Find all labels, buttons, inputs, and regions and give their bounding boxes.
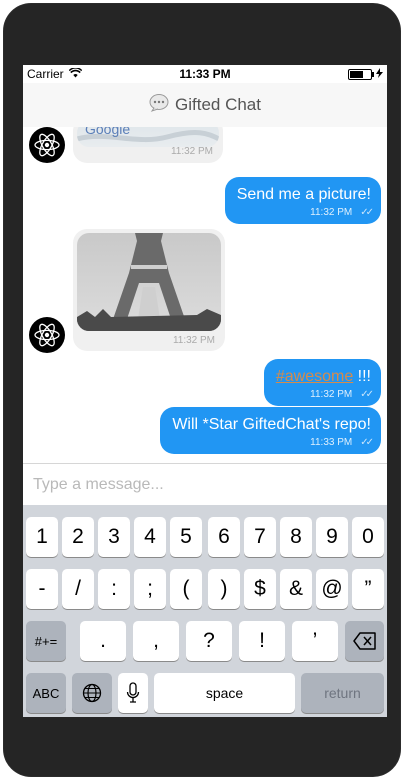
key-7[interactable]: 7 [244, 517, 276, 557]
backspace-key[interactable] [345, 621, 384, 661]
space-key[interactable]: space [154, 673, 295, 713]
avatar[interactable] [29, 127, 65, 163]
key-abc[interactable]: ABC [26, 673, 66, 713]
key-comma[interactable]: , [133, 621, 179, 661]
message-text: Will *Star GiftedChat's repo! [172, 416, 371, 433]
eiffel-tower-image[interactable] [77, 233, 221, 331]
message-bubble-outgoing[interactable]: Will *Star GiftedChat's repo! 11:33 PM ✓… [160, 407, 381, 454]
react-logo-icon [34, 133, 60, 157]
read-receipt-icon: ✓✓ [360, 437, 374, 448]
message-text: Send me a picture! [236, 186, 371, 203]
composer: Type a message... [23, 463, 387, 506]
key-at[interactable]: @ [316, 569, 348, 609]
key-9[interactable]: 9 [316, 517, 348, 557]
read-receipt-icon: ✓✓ [360, 207, 374, 218]
key-apostrophe[interactable]: ’ [292, 621, 338, 661]
key-4[interactable]: 4 [134, 517, 166, 557]
message-input[interactable]: Type a message... [33, 476, 164, 494]
microphone-icon [126, 682, 140, 703]
message-bubble-image[interactable]: 11:32 PM [73, 229, 225, 351]
key-slash[interactable]: / [62, 569, 94, 609]
key-symbols[interactable]: #+= [26, 621, 66, 661]
chat-bubble-icon [149, 93, 169, 117]
read-receipt-icon: ✓✓ [360, 389, 374, 400]
backspace-icon [352, 632, 376, 650]
key-1[interactable]: 1 [26, 517, 58, 557]
key-close-paren[interactable]: ) [208, 569, 240, 609]
message-time: 11:32 PM [172, 335, 215, 346]
globe-icon [82, 683, 102, 703]
key-semicolon[interactable]: ; [134, 569, 166, 609]
key-open-paren[interactable]: ( [170, 569, 202, 609]
message-time: 11:33 PM [310, 437, 353, 448]
device-frame: Carrier 11:33 PM Gifted Chat Google 11:3… [3, 3, 401, 777]
return-key[interactable]: return [301, 673, 384, 713]
status-bar: Carrier 11:33 PM [23, 65, 387, 83]
status-time: 11:33 PM [179, 67, 231, 81]
key-quote[interactable]: ” [352, 569, 384, 609]
key-dash[interactable]: - [26, 569, 58, 609]
message-time: 11:32 PM [310, 389, 353, 400]
charging-icon [376, 67, 383, 81]
key-0[interactable]: 0 [352, 517, 384, 557]
message-list[interactable]: Google 11:32 PM Send me a picture! 11:32… [23, 127, 387, 463]
globe-key[interactable] [72, 673, 112, 713]
nav-bar: Gifted Chat [23, 83, 387, 128]
nav-title: Gifted Chat [175, 95, 261, 114]
message-time: 11:32 PM [170, 146, 213, 157]
key-5[interactable]: 5 [170, 517, 202, 557]
message-bubble-outgoing[interactable]: Send me a picture! 11:32 PM ✓✓ [224, 177, 381, 224]
screen: Carrier 11:33 PM Gifted Chat Google 11:3… [23, 65, 387, 717]
message-text: !!! [353, 368, 371, 385]
google-logo-text: Google [85, 127, 130, 137]
mic-key[interactable] [118, 673, 148, 713]
message-bubble-outgoing[interactable]: #awesome !!! 11:32 PM ✓✓ [263, 359, 381, 406]
key-question[interactable]: ? [186, 621, 232, 661]
avatar[interactable] [29, 317, 65, 353]
react-logo-icon [34, 323, 60, 347]
message-bubble-image[interactable]: Google 11:32 PM [73, 127, 223, 163]
keyboard: 1 2 3 4 5 6 7 8 9 0 - / : ; ( ) $ & @ ” … [23, 505, 387, 717]
key-8[interactable]: 8 [280, 517, 312, 557]
key-2[interactable]: 2 [62, 517, 94, 557]
key-colon[interactable]: : [98, 569, 130, 609]
hashtag-link[interactable]: #awesome [276, 368, 353, 385]
key-dollar[interactable]: $ [244, 569, 276, 609]
key-3[interactable]: 3 [98, 517, 130, 557]
key-6[interactable]: 6 [208, 517, 240, 557]
key-ampersand[interactable]: & [280, 569, 312, 609]
key-period[interactable]: . [80, 621, 126, 661]
map-image[interactable]: Google [77, 127, 219, 147]
battery-icon [348, 68, 374, 80]
message-time: 11:32 PM [310, 207, 353, 218]
key-exclamation[interactable]: ! [239, 621, 285, 661]
